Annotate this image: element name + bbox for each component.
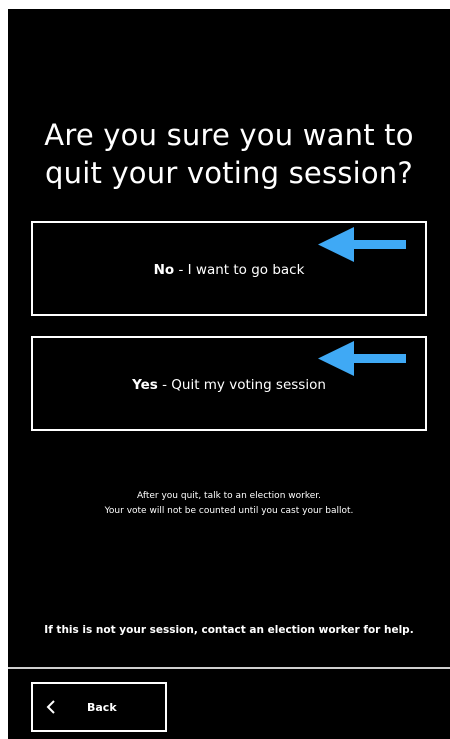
quit-info-text: After you quit, talk to an election work… [8,489,450,519]
title-line-2: quit your voting session? [45,156,413,190]
back-button[interactable]: Back [31,682,167,732]
help-text: If this is not your session, contact an … [44,624,414,636]
title-line-1: Are you sure you want to [44,118,414,152]
info-line-2: Your vote will not be counted until you … [104,506,354,516]
info-line-1: After you quit, talk to an election work… [137,491,321,501]
no-button-label: No - I want to go back [154,262,305,278]
chevron-left-icon [46,700,55,714]
arrow-left-icon [318,341,406,376]
page-title: Are you sure you want to quit your votin… [8,116,450,192]
arrow-left-icon [318,227,406,262]
yes-button-label: Yes - Quit my voting session [132,377,326,393]
back-button-label: Back [87,700,117,714]
yes-label-strong: Yes [132,376,158,393]
no-label-rest: - I want to go back [174,261,305,278]
yes-label-rest: - Quit my voting session [157,376,326,393]
footer-divider [8,667,450,669]
voting-session-screen: Are you sure you want to quit your votin… [8,9,450,739]
no-label-strong: No [153,261,175,278]
